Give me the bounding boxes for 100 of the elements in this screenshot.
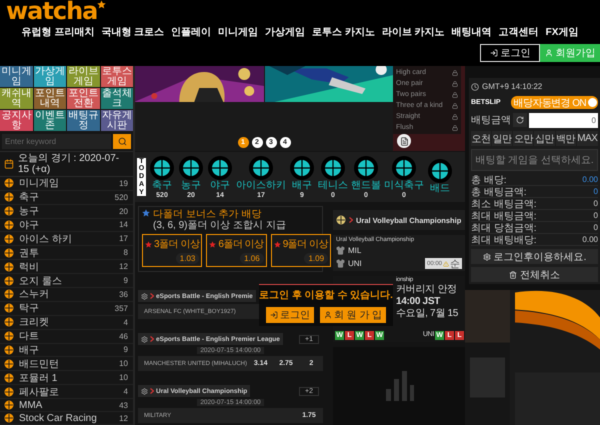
menu-tile[interactable]: 자유게시판 xyxy=(100,110,133,131)
bar-chart-icon xyxy=(384,371,414,401)
lock-icon xyxy=(452,70,458,76)
nav-link[interactable]: 라이브 카지노 xyxy=(382,25,445,39)
menu-tile[interactable]: 포인트내역 xyxy=(34,88,66,109)
amount-button[interactable]: 십만 xyxy=(534,131,555,146)
sport-name[interactable]: 배드 xyxy=(430,183,450,195)
prompt-message: 로그인 후 이용할 수 있습니다. xyxy=(259,289,393,302)
bonus-option[interactable]: 6폴더 이상 1.06 xyxy=(206,234,267,267)
sport-name: 미니게임 xyxy=(19,177,60,190)
nav-link[interactable]: 국내형 크로스 xyxy=(101,25,164,39)
sport-name[interactable]: 야구 xyxy=(210,180,230,192)
gear-icon xyxy=(141,388,148,394)
refresh-button[interactable] xyxy=(513,113,527,127)
ball-icon xyxy=(4,234,14,244)
sport-item[interactable]: 미니게임 19 xyxy=(0,176,133,191)
sport-name[interactable]: 축구 xyxy=(152,180,172,192)
amount-field[interactable]: 0 xyxy=(529,112,598,128)
sport-item[interactable]: 배드민턴 10 xyxy=(0,357,133,372)
total-label: 최소 배팅금액: xyxy=(471,198,537,210)
ball-icon xyxy=(4,192,14,202)
sport-name[interactable]: 핸드볼 xyxy=(351,180,381,192)
nav-link[interactable]: 미니게임 xyxy=(218,25,258,39)
nav-link[interactable]: 고객센터 xyxy=(498,25,539,39)
ball-icon xyxy=(4,317,14,328)
nav-link[interactable]: 배팅내역 xyxy=(452,25,492,39)
sport-count: 19 xyxy=(119,178,128,188)
login-button[interactable]: 로그인 xyxy=(480,44,540,62)
ball-icon xyxy=(179,156,203,180)
clock-icon xyxy=(471,82,479,90)
sport-count: 520 xyxy=(114,192,128,202)
nav-link[interactable]: FX게임 xyxy=(546,25,578,39)
bonus-note: (3, 6, 9)폴더 이상 조합시 지급 xyxy=(153,220,286,231)
sport-item[interactable]: 다트 46 xyxy=(0,330,133,344)
sport-item[interactable]: 크리켓 4 xyxy=(0,316,133,330)
sport-item[interactable]: 포뮬러 1 10 xyxy=(0,371,133,386)
login-icon xyxy=(490,49,498,57)
bonus-option[interactable]: 9폴더 이상 1.09 xyxy=(270,234,332,267)
search-button[interactable] xyxy=(113,134,131,149)
user-icon xyxy=(544,49,552,57)
amount-button[interactable]: 일만 xyxy=(492,131,512,146)
sport-item[interactable]: 탁구 357 xyxy=(0,302,133,316)
search-field[interactable]: Enter keyword xyxy=(2,134,111,149)
login-button[interactable]: 로그인 xyxy=(266,307,314,323)
sport-item[interactable]: 야구 14 xyxy=(0,218,133,232)
sport-item[interactable]: 럭비 12 xyxy=(0,260,133,274)
sport-item[interactable]: 축구 520 xyxy=(0,190,133,205)
logo[interactable]: watcha xyxy=(6,0,98,22)
amount-button[interactable]: 오천 xyxy=(471,131,492,146)
notes-button[interactable] xyxy=(397,134,411,148)
trash-icon xyxy=(509,270,517,278)
sport-item[interactable]: MMA 43 xyxy=(0,399,133,412)
gear-icon xyxy=(141,292,148,300)
nav-link[interactable]: 로투스 카지노 xyxy=(312,25,375,39)
register-button[interactable]: 회 원 가 입 xyxy=(320,307,386,323)
menu-tile[interactable]: 공지사항 xyxy=(0,110,32,131)
chevron-icon xyxy=(150,293,154,299)
bonus-option[interactable]: 3폴더 이상 1.03 xyxy=(142,234,202,267)
menu-tile[interactable]: 포인트전환 xyxy=(67,88,100,109)
nav-link[interactable]: 인플레이 xyxy=(171,25,212,39)
menu-tile[interactable]: 미니게임 xyxy=(0,66,32,87)
lock-icon xyxy=(452,114,458,120)
amount-label: 배팅금액 xyxy=(471,114,511,127)
amount-button[interactable]: 오만 xyxy=(513,131,534,146)
nav-link[interactable]: 유럽형 프리매치 xyxy=(22,25,94,39)
sport-item[interactable]: 농구 20 xyxy=(0,204,133,219)
sport-item[interactable]: 오지 룰스 9 xyxy=(0,274,133,288)
sport-item[interactable]: 페사팔로 4 xyxy=(0,385,133,400)
menu-tile[interactable]: 배팅규정 xyxy=(67,110,100,131)
ball-icon xyxy=(4,248,14,258)
sport-item[interactable]: Stock Car Racing 12 xyxy=(0,412,133,425)
nav-link[interactable]: 가상게임 xyxy=(265,25,306,39)
sport-name[interactable]: 아이스하키 xyxy=(236,180,286,192)
sport-name[interactable]: 테니스 xyxy=(318,180,348,192)
sport-count: 8 xyxy=(124,248,128,258)
chevron-icon xyxy=(349,217,353,223)
star-icon xyxy=(142,209,150,217)
amount-button[interactable]: MAX xyxy=(576,131,598,146)
sport-item[interactable]: 배구 9 xyxy=(0,344,133,358)
sport-name[interactable]: 농구 xyxy=(181,180,201,192)
sport-item[interactable]: 아이스 하키 17 xyxy=(0,232,133,246)
total-value: 0 xyxy=(594,187,598,196)
sport-item[interactable]: 스누커 36 xyxy=(0,288,133,302)
clear-button[interactable]: 전체취소 xyxy=(471,267,598,282)
sport-count: 357 xyxy=(114,304,128,313)
sport-name: 탁구 xyxy=(19,302,40,316)
total-label: 최대 배팅금액: xyxy=(471,210,537,222)
menu-tile[interactable]: 출석체크 xyxy=(100,88,133,109)
match-time: 14:00 JST xyxy=(396,296,442,308)
sport-name[interactable]: 미식축구 xyxy=(384,180,424,192)
menu-tile[interactable]: 로투스게임 xyxy=(100,66,133,87)
total-value: 0.00 xyxy=(582,175,598,184)
sport-name[interactable]: 배구 xyxy=(292,180,312,192)
menu-tile[interactable]: 이벤트존 xyxy=(34,110,66,131)
bonus-label: 3폴더 이상 xyxy=(154,238,200,251)
login-button[interactable]: 로그인후이용하세요. xyxy=(471,249,598,264)
sport-item[interactable]: 권투 8 xyxy=(0,246,133,260)
today-label: 오늘의 경기 : 2020-07-15 (+α) xyxy=(18,152,120,175)
sport-name: 다트 xyxy=(19,330,40,344)
amount-button[interactable]: 백만 xyxy=(556,131,576,146)
